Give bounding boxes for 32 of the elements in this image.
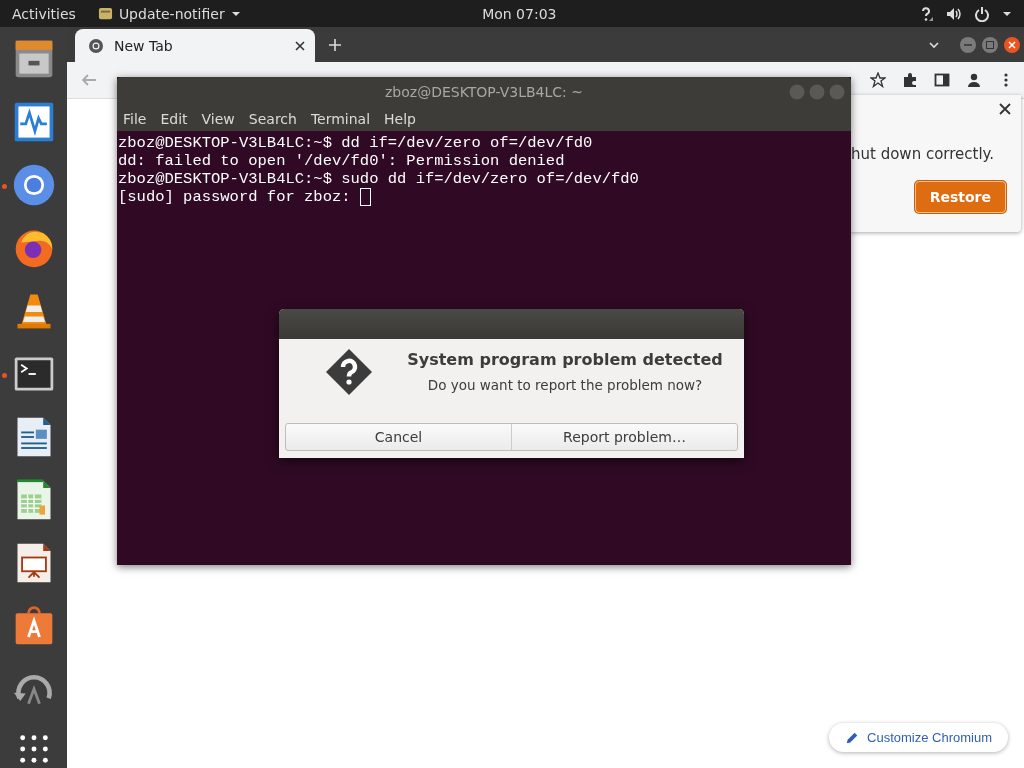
menu-item[interactable]: File	[123, 111, 147, 127]
app-icon	[97, 6, 113, 21]
terminal-line: zboz@DESKTOP-V3LB4LC:~$ dd if=/dev/zero of=/dev/fd0	[118, 134, 593, 152]
menu-item[interactable]: View	[201, 111, 235, 127]
profile-icon[interactable]	[966, 72, 982, 88]
dialog-message: Do you want to report the problem now?	[427, 377, 703, 393]
new-tab-icon[interactable]	[329, 38, 341, 51]
dialog-title: System program problem detected	[407, 350, 723, 369]
ring-icon[interactable]	[11, 163, 56, 207]
ring-icon	[88, 37, 104, 54]
menu-item[interactable]: Terminal	[310, 111, 371, 127]
menu-item[interactable]: Edit	[160, 111, 188, 127]
side-panel-icon[interactable]	[934, 72, 950, 88]
star-icon[interactable]	[870, 72, 886, 88]
terminal-line: [sudo] password for zboz:	[118, 188, 352, 206]
menu-item[interactable]: Search	[248, 111, 297, 127]
popup-message: hut down correctly.	[851, 145, 995, 163]
browser-tab[interactable]: New Tab	[75, 29, 315, 62]
puzzle-icon[interactable]	[902, 72, 918, 88]
dialog-button[interactable]: Cancel	[286, 424, 511, 450]
pencil-icon	[845, 730, 859, 745]
customize-button[interactable]: Customize Chromium	[829, 723, 1008, 752]
window-title: zboz@DESKTOP-V3LB4LC: ~	[385, 84, 583, 100]
dialog-button[interactable]: Report problem…	[511, 424, 737, 450]
clock[interactable]: Mon 07:03	[482, 5, 557, 22]
terminal-line: zboz@DESKTOP-V3LB4LC:~$ sudo dd if=/dev/zero of=/dev/fd0	[118, 170, 639, 188]
power-icon[interactable]	[974, 5, 990, 22]
app-menu[interactable]: Update-notifier	[118, 5, 225, 22]
activities-button[interactable]: Activities	[12, 5, 76, 22]
terminal-line: dd: failed to open '/dev/fd0': Permission denied	[118, 152, 565, 170]
question-icon	[324, 346, 374, 397]
menu-item[interactable]: Help	[384, 111, 416, 127]
